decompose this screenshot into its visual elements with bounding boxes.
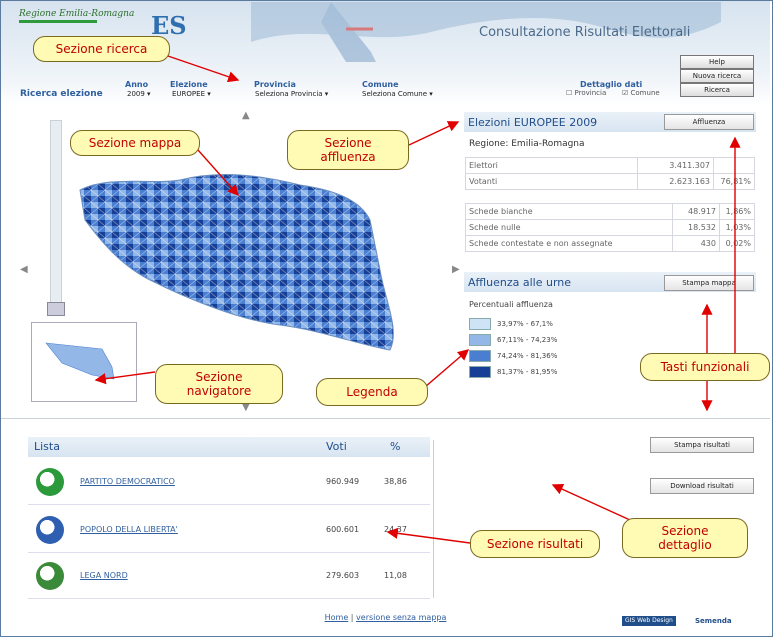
callout-affluenza: Sezione affluenza	[287, 130, 409, 170]
pan-up-icon[interactable]: ▲	[242, 110, 250, 121]
stat-pct: 76,81%	[713, 173, 755, 190]
results-header: Lista Voti %	[28, 437, 430, 457]
stat-value: 430	[672, 235, 720, 252]
stat-value: 18.532	[672, 219, 720, 236]
download-results-button[interactable]: Download risultati	[650, 478, 754, 494]
stat-label: Votanti	[465, 173, 638, 190]
party-votes: 279.603	[326, 571, 360, 580]
legend-swatch	[469, 366, 491, 378]
legend-item: 81,37% - 81,95%	[469, 366, 557, 378]
party-name-link[interactable]: LEGA NORD	[80, 571, 128, 580]
pan-left-icon[interactable]: ◀	[20, 264, 28, 275]
logo-regione: Regione Emilia-Romagna	[19, 9, 134, 23]
party-logo-icon	[36, 562, 64, 590]
legend-item: 67,11% - 74,23%	[469, 334, 557, 346]
party-pct: 11,08	[384, 571, 407, 580]
navigator-panel[interactable]	[31, 322, 137, 402]
party-pct: 38,86	[384, 477, 407, 486]
comune-label: Comune	[362, 80, 399, 89]
dettaglio-label: Dettaglio dati	[580, 80, 643, 89]
provincia-label: Provincia	[254, 80, 296, 89]
party-pct: 24,37	[384, 525, 407, 534]
legend-swatch	[469, 350, 491, 362]
search-row-label: Ricerca elezione	[20, 89, 103, 99]
help-button[interactable]: Help	[680, 55, 754, 69]
stat-value: 3.411.307	[637, 157, 714, 174]
affluenza-table: Elettori 3.411.307 Votanti 2.623.163 76,…	[465, 157, 755, 190]
party-name-link[interactable]: POPOLO DELLA LIBERTA'	[80, 525, 178, 534]
party-votes: 960.949	[326, 477, 360, 486]
print-map-button[interactable]: Stampa mappa	[664, 275, 754, 291]
col-voti: Voti	[326, 440, 347, 453]
stat-label: Elettori	[465, 157, 638, 174]
pan-right-icon[interactable]: ▶	[452, 264, 460, 275]
zoom-slider-handle[interactable]	[47, 302, 65, 316]
table-row: Votanti 2.623.163 76,81%	[465, 173, 755, 190]
stat-pct: 1,86%	[719, 203, 755, 220]
anno-label: Anno	[125, 80, 149, 89]
home-link[interactable]: Home	[325, 613, 349, 622]
schede-table: Schede bianche 48.917 1,86% Schede nulle…	[465, 203, 755, 252]
party-logo-icon	[36, 516, 64, 544]
navigator-minimap	[45, 342, 115, 380]
elezione-label: Elezione	[170, 80, 208, 89]
brand-gis: GIS Web Design	[622, 616, 676, 626]
table-row: Schede bianche 48.917 1,86%	[465, 203, 755, 220]
elezione-select[interactable]: EUROPEE	[172, 89, 211, 100]
legend-subtitle: Percentuali affluenza	[469, 300, 553, 309]
election-title: Elezioni EUROPEE 2009	[468, 116, 598, 129]
no-map-link[interactable]: versione senza mappa	[356, 613, 446, 622]
provincia-select[interactable]: Seleziona Provincia	[255, 89, 328, 100]
callout-mappa: Sezione mappa	[70, 130, 200, 156]
print-results-button[interactable]: Stampa risultati	[650, 437, 754, 453]
party-name-link[interactable]: PARTITO DEMOCRATICO	[80, 477, 175, 486]
legend-swatch	[469, 334, 491, 346]
app-title: Consultazione Risultati Elettorali	[479, 25, 691, 40]
check-provincia[interactable]: ☐ Provincia	[566, 89, 606, 97]
table-row[interactable]: POPOLO DELLA LIBERTA' 600.601 24,37	[28, 510, 430, 553]
stat-value: 2.623.163	[637, 173, 714, 190]
legend-title: Affluenza alle urne	[468, 276, 572, 289]
check-comune[interactable]: ☑ Comune	[622, 89, 660, 97]
results-scrollbar[interactable]	[433, 440, 444, 598]
stat-label: Schede bianche	[465, 203, 673, 220]
party-votes: 600.601	[326, 525, 360, 534]
callout-navigatore: Sezione navigatore	[155, 364, 283, 404]
table-row[interactable]: PARTITO DEMOCRATICO 960.949 38,86	[28, 462, 430, 505]
col-pct: %	[390, 440, 401, 453]
callout-legenda: Legenda	[316, 378, 428, 406]
stat-pct: 0,02%	[719, 235, 755, 252]
party-logo-icon	[36, 468, 64, 496]
legend-item: 74,24% - 81,36%	[469, 350, 557, 362]
stat-value: 48.917	[672, 203, 720, 220]
new-search-button[interactable]: Nuova ricerca	[680, 69, 754, 83]
table-row: Schede nulle 18.532 1,03%	[465, 219, 755, 236]
callout-ricerca: Sezione ricerca	[33, 36, 170, 62]
section-divider	[1, 418, 770, 419]
col-lista: Lista	[34, 440, 60, 453]
stat-pct: 1,03%	[719, 219, 755, 236]
zoom-slider[interactable]	[50, 120, 62, 314]
brand-semenda: Semenda	[695, 617, 732, 625]
stat-pct	[713, 157, 755, 174]
comune-select[interactable]: Seleziona Comune	[362, 89, 433, 100]
table-row: Elettori 3.411.307	[465, 157, 755, 174]
table-row: Schede contestate e non assegnate 430 0,…	[465, 235, 755, 252]
stat-label: Schede nulle	[465, 219, 673, 236]
callout-dettaglio: Sezione dettaglio	[622, 518, 748, 558]
callout-tasti: Tasti funzionali	[640, 353, 770, 381]
legend-swatch	[469, 318, 491, 330]
stat-label: Schede contestate e non assegnate	[465, 235, 673, 252]
callout-risultati: Sezione risultati	[470, 530, 600, 558]
table-row[interactable]: LEGA NORD 279.603 11,08	[28, 556, 430, 599]
affluenza-button[interactable]: Affluenza	[664, 114, 754, 130]
region-label: Regione: Emilia-Romagna	[469, 139, 585, 149]
footer-separator: |	[350, 613, 354, 622]
legend-item: 33,97% - 67,1%	[469, 318, 553, 330]
search-button[interactable]: Ricerca	[680, 83, 754, 97]
anno-select[interactable]: 2009	[127, 89, 151, 100]
